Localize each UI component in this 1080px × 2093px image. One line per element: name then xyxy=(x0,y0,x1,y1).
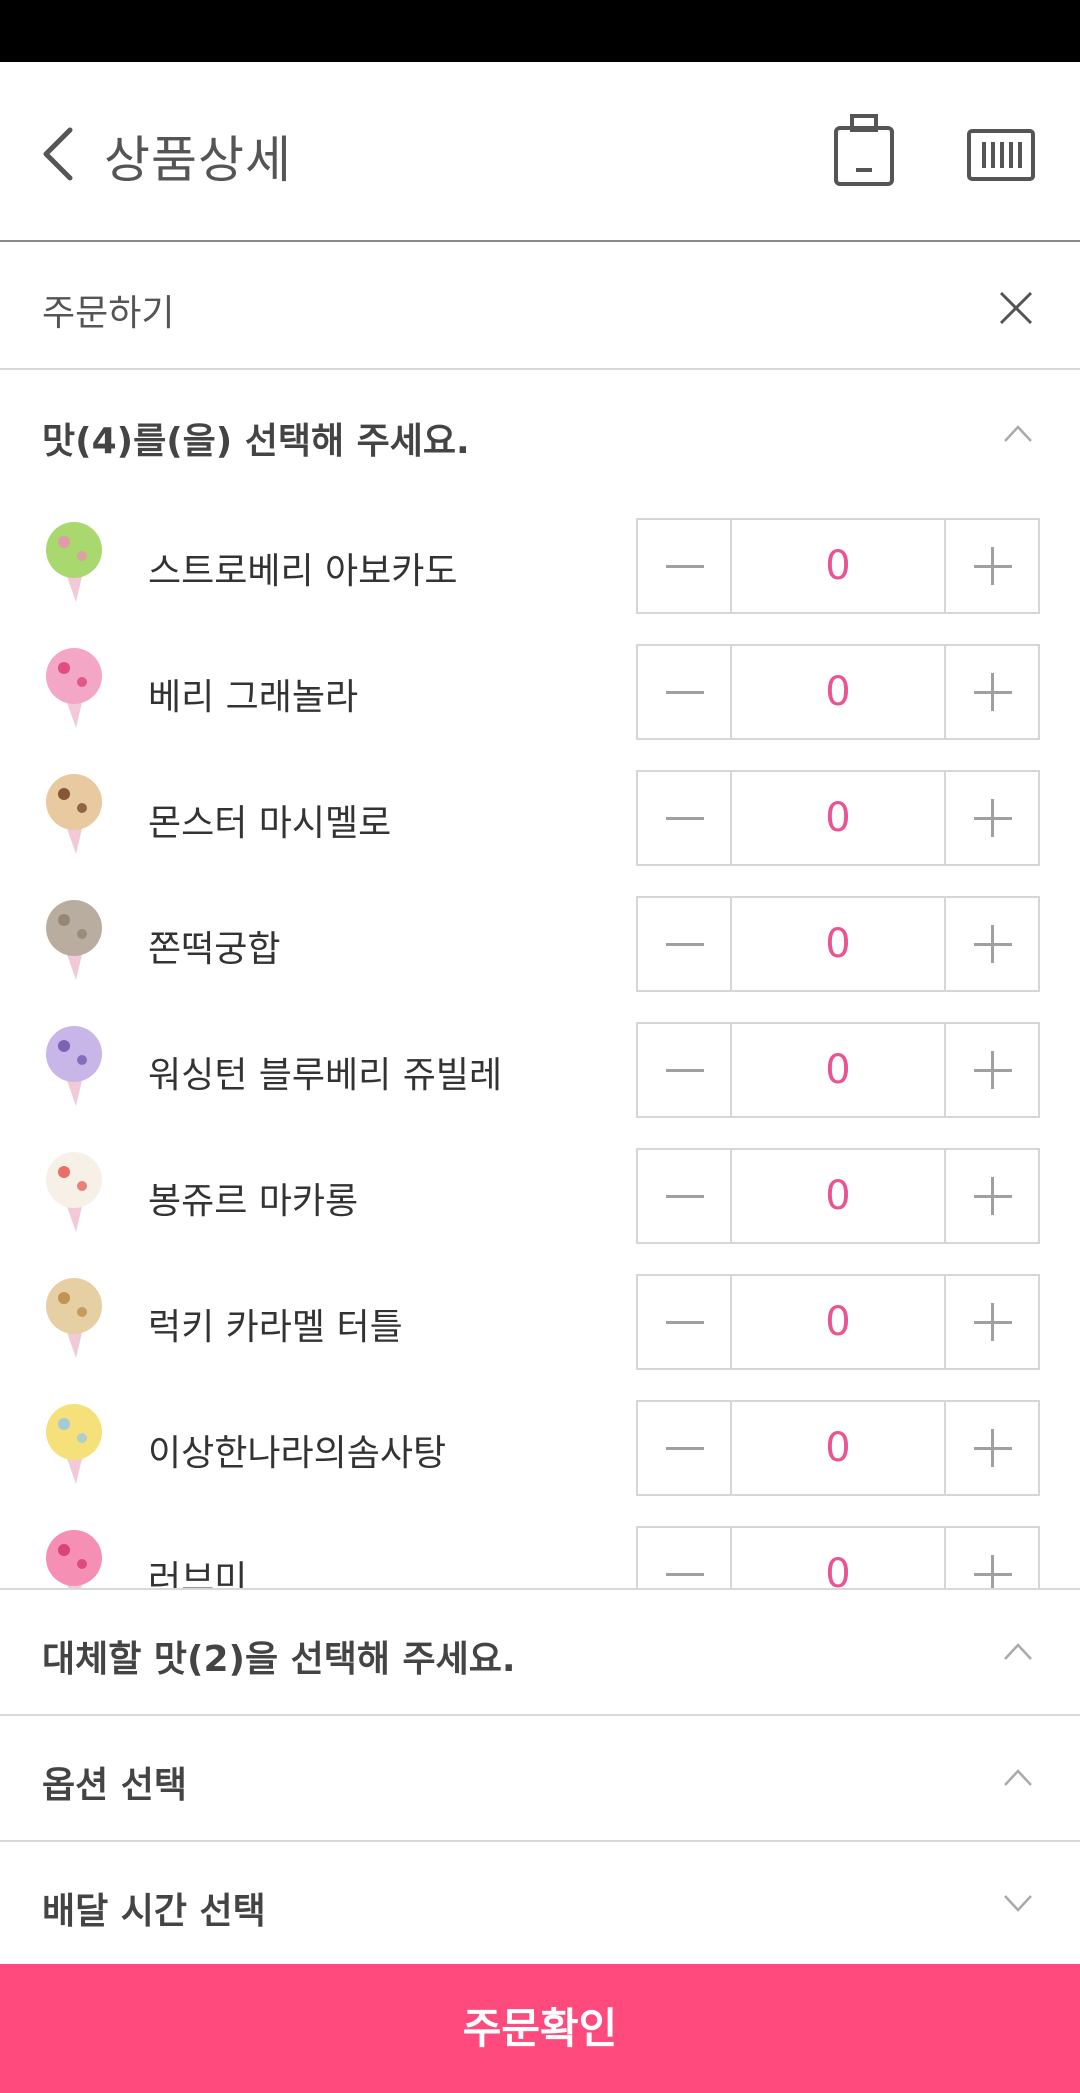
status-bar xyxy=(0,0,1080,62)
decrease-button[interactable] xyxy=(638,772,732,864)
minus-icon xyxy=(666,817,704,820)
increase-button[interactable] xyxy=(944,1150,1038,1242)
increase-button[interactable] xyxy=(944,1276,1038,1368)
increase-button[interactable] xyxy=(944,520,1038,612)
flavor-name: 스트로베리 아보카도 xyxy=(148,551,458,592)
increase-button[interactable] xyxy=(944,772,1038,864)
flavor-row: 이상한나라의솜사탕 0 xyxy=(0,1380,1080,1506)
delivery-time-section-header[interactable]: 배달 시간 선택 xyxy=(0,1840,1080,1966)
quantity-stepper: 0 xyxy=(636,1148,1040,1244)
ice-cream-scoop-icon xyxy=(46,1404,102,1484)
flavor-section-header[interactable]: 맛(4)를(을) 선택해 주세요. xyxy=(0,372,1080,498)
quantity-value[interactable]: 0 xyxy=(732,898,944,990)
flavor-name: 러브미 xyxy=(148,1559,248,1588)
flavor-row: 러브미 0 xyxy=(0,1506,1080,1588)
increase-button[interactable] xyxy=(944,646,1038,738)
flavor-name: 베리 그래놀라 xyxy=(148,677,359,718)
flavor-name: 몬스터 마시멜로 xyxy=(148,803,392,844)
minus-icon xyxy=(666,691,704,694)
quantity-stepper: 0 xyxy=(636,644,1040,740)
flavor-name: 이상한나라의솜사탕 xyxy=(148,1433,447,1474)
minus-icon xyxy=(666,1321,704,1324)
minus-icon xyxy=(666,1069,704,1072)
flavor-row: 스트로베리 아보카도 0 xyxy=(0,498,1080,624)
quantity-value[interactable]: 0 xyxy=(732,646,944,738)
quantity-stepper: 0 xyxy=(636,896,1040,992)
quantity-value[interactable]: 0 xyxy=(732,1024,944,1116)
ice-cream-scoop-icon xyxy=(46,1152,102,1232)
increase-button[interactable] xyxy=(944,1402,1038,1494)
quantity-value[interactable]: 0 xyxy=(732,520,944,612)
quantity-stepper: 0 xyxy=(636,1274,1040,1370)
ice-cream-scoop-icon xyxy=(46,774,102,854)
flavor-row: 워싱턴 블루베리 쥬빌레 0 xyxy=(0,1002,1080,1128)
options-section-label: 옵션 선택 xyxy=(42,1765,188,1806)
increase-button[interactable] xyxy=(944,1024,1038,1116)
decrease-button[interactable] xyxy=(638,520,732,612)
decrease-button[interactable] xyxy=(638,1150,732,1242)
flavor-row: 럭키 카라멜 터틀 0 xyxy=(0,1254,1080,1380)
quantity-value[interactable]: 0 xyxy=(732,1150,944,1242)
minus-icon xyxy=(666,1573,704,1576)
back-arrow-icon[interactable] xyxy=(36,124,86,184)
order-title: 주문하기 xyxy=(42,293,175,334)
decrease-button[interactable] xyxy=(638,1276,732,1368)
ice-cream-scoop-icon xyxy=(46,522,102,602)
quantity-value[interactable]: 0 xyxy=(732,1528,944,1588)
ice-cream-scoop-icon xyxy=(46,648,102,728)
flavor-list: 스트로베리 아보카도 0 베리 그래놀라 0 몬스터 마시멜로 0 쫀떡궁합 0 워싱턴 블루베… xyxy=(0,498,1080,1588)
quantity-value[interactable]: 0 xyxy=(732,772,944,864)
replacement-section-header[interactable]: 대체할 맛(2)을 선택해 주세요. xyxy=(0,1588,1080,1714)
app-header: 상품상세 xyxy=(0,62,1080,242)
decrease-button[interactable] xyxy=(638,1402,732,1494)
flavor-name: 봉쥬르 마카롱 xyxy=(148,1181,359,1222)
quantity-stepper: 0 xyxy=(636,518,1040,614)
flavor-name: 럭키 카라멜 터틀 xyxy=(148,1307,403,1348)
barcode-icon[interactable] xyxy=(966,128,1036,182)
ice-cream-scoop-icon xyxy=(46,1026,102,1106)
order-panel-header: 주문하기 xyxy=(0,244,1080,370)
flavor-name: 쫀떡궁합 xyxy=(148,929,281,970)
ice-cream-scoop-icon xyxy=(46,900,102,980)
quantity-stepper: 0 xyxy=(636,1022,1040,1118)
increase-button[interactable] xyxy=(944,898,1038,990)
minus-icon xyxy=(666,565,704,568)
decrease-button[interactable] xyxy=(638,898,732,990)
minus-icon xyxy=(666,1447,704,1450)
chevron-down-icon xyxy=(1004,1895,1032,1912)
decrease-button[interactable] xyxy=(638,1528,732,1588)
decrease-button[interactable] xyxy=(638,646,732,738)
minus-icon xyxy=(666,943,704,946)
ice-cream-scoop-icon xyxy=(46,1278,102,1358)
replacement-section-label: 대체할 맛(2)을 선택해 주세요. xyxy=(42,1639,516,1680)
close-icon[interactable] xyxy=(998,290,1034,326)
chevron-up-icon xyxy=(1004,1769,1032,1786)
flavor-name: 워싱턴 블루베리 쥬빌레 xyxy=(148,1055,503,1096)
options-section-header[interactable]: 옵션 선택 xyxy=(0,1714,1080,1840)
chevron-up-icon xyxy=(1004,425,1032,442)
quantity-value[interactable]: 0 xyxy=(732,1402,944,1494)
flavor-row: 쫀떡궁합 0 xyxy=(0,876,1080,1002)
flavor-section-label: 맛(4)를(을) 선택해 주세요. xyxy=(42,421,470,462)
delivery-time-section-label: 배달 시간 선택 xyxy=(42,1891,266,1932)
quantity-stepper: 0 xyxy=(636,1400,1040,1496)
page-title: 상품상세 xyxy=(104,131,292,189)
flavor-row: 베리 그래놀라 0 xyxy=(0,624,1080,750)
flavor-row: 몬스터 마시멜로 0 xyxy=(0,750,1080,876)
chevron-up-icon xyxy=(1004,1643,1032,1660)
order-confirm-button[interactable]: 주문확인 xyxy=(0,1964,1080,2093)
flavor-row: 봉쥬르 마카롱 0 xyxy=(0,1128,1080,1254)
minus-icon xyxy=(666,1195,704,1198)
increase-button[interactable] xyxy=(944,1528,1038,1588)
ice-cream-scoop-icon xyxy=(46,1530,102,1588)
quantity-stepper: 0 xyxy=(636,770,1040,866)
quantity-stepper: 0 xyxy=(636,1526,1040,1588)
quantity-value[interactable]: 0 xyxy=(732,1276,944,1368)
shopping-bag-icon[interactable] xyxy=(832,112,896,188)
decrease-button[interactable] xyxy=(638,1024,732,1116)
